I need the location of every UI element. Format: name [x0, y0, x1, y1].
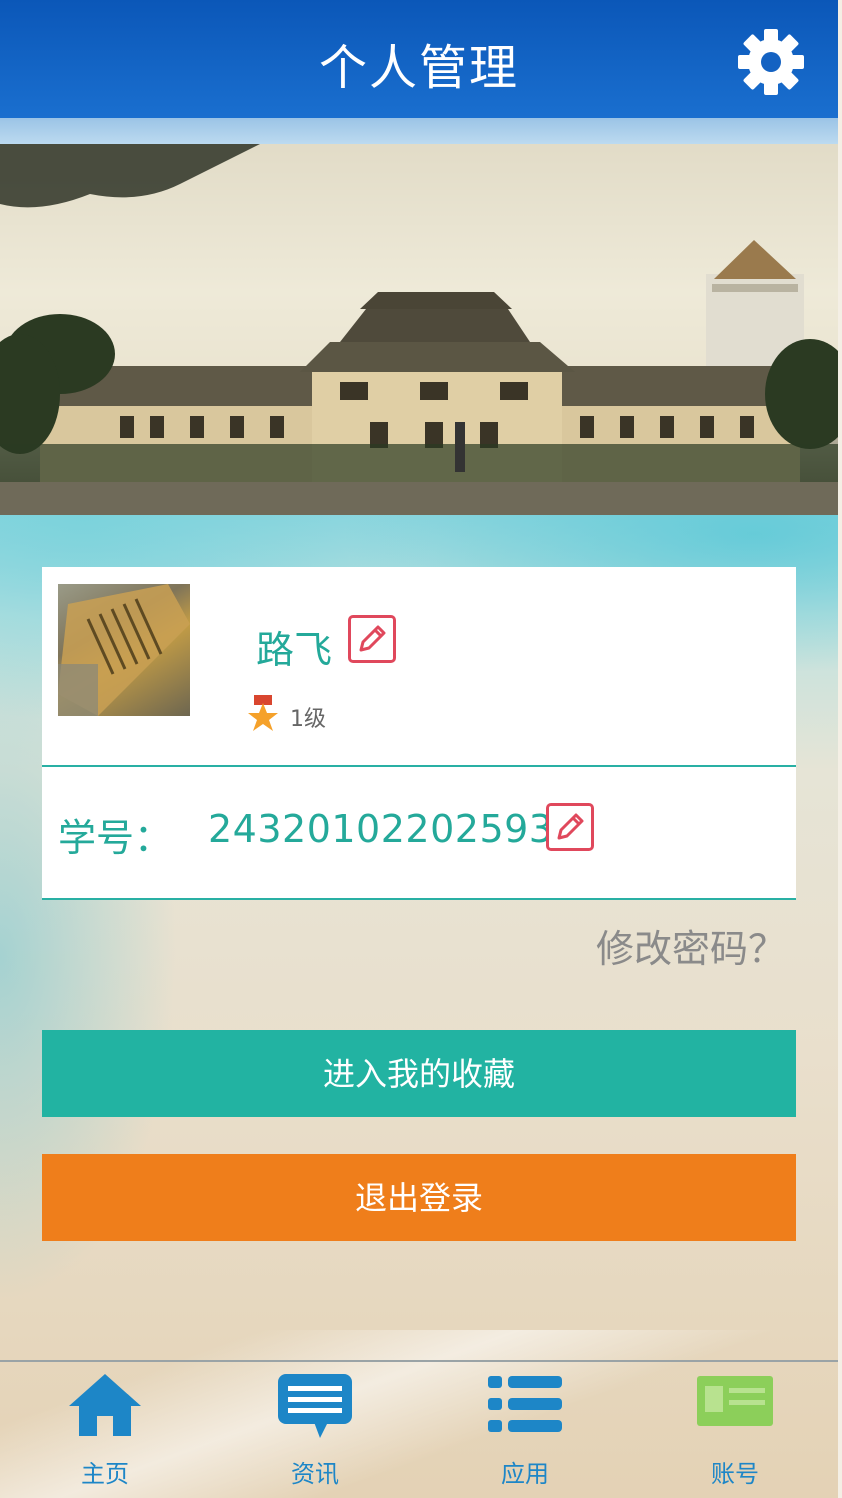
my-favorites-button[interactable]: 进入我的收藏: [42, 1030, 796, 1117]
card-divider: [42, 898, 796, 900]
logout-button[interactable]: 退出登录: [42, 1154, 796, 1241]
tab-home[interactable]: 主页: [30, 1362, 180, 1498]
header-strip: [0, 118, 838, 144]
tab-label: 账号: [711, 1460, 759, 1488]
edit-username-icon[interactable]: [348, 615, 396, 663]
bottom-tab-bar: 主页 资讯 应用 账号: [0, 1360, 838, 1498]
medal-icon: [248, 695, 278, 731]
chat-icon: [278, 1374, 352, 1438]
home-icon: [69, 1374, 141, 1436]
page-title: 个人管理: [318, 40, 519, 96]
account-icon: [697, 1376, 773, 1426]
gear-icon[interactable]: [737, 28, 805, 96]
tab-account[interactable]: 账号: [660, 1362, 810, 1498]
student-id-label: 学号：: [58, 816, 173, 860]
student-id-value: 24320102202593: [208, 807, 554, 851]
change-password-link[interactable]: 修改密码？: [596, 918, 786, 973]
list-icon: [488, 1376, 562, 1432]
profile-card: 路飞 1级 学号： 24320102202593: [42, 567, 796, 900]
tab-news[interactable]: 资讯: [240, 1362, 390, 1498]
tab-label: 主页: [81, 1460, 129, 1488]
screen-edge: [838, 0, 842, 1498]
level-text: 1级: [290, 707, 326, 732]
title-bar: 个人管理: [0, 0, 838, 118]
card-divider: [42, 765, 796, 767]
tab-label: 应用: [501, 1460, 549, 1488]
tab-apps[interactable]: 应用: [450, 1362, 600, 1498]
edit-student-id-icon[interactable]: [546, 803, 594, 851]
campus-banner-image: [0, 144, 838, 515]
app-root: 个人管理 路飞 1级 学号： 24320102202593 修改密码？ 进入我的…: [0, 0, 838, 1498]
tab-label: 资讯: [291, 1460, 339, 1488]
username: 路飞: [256, 628, 333, 672]
avatar[interactable]: [58, 584, 190, 716]
